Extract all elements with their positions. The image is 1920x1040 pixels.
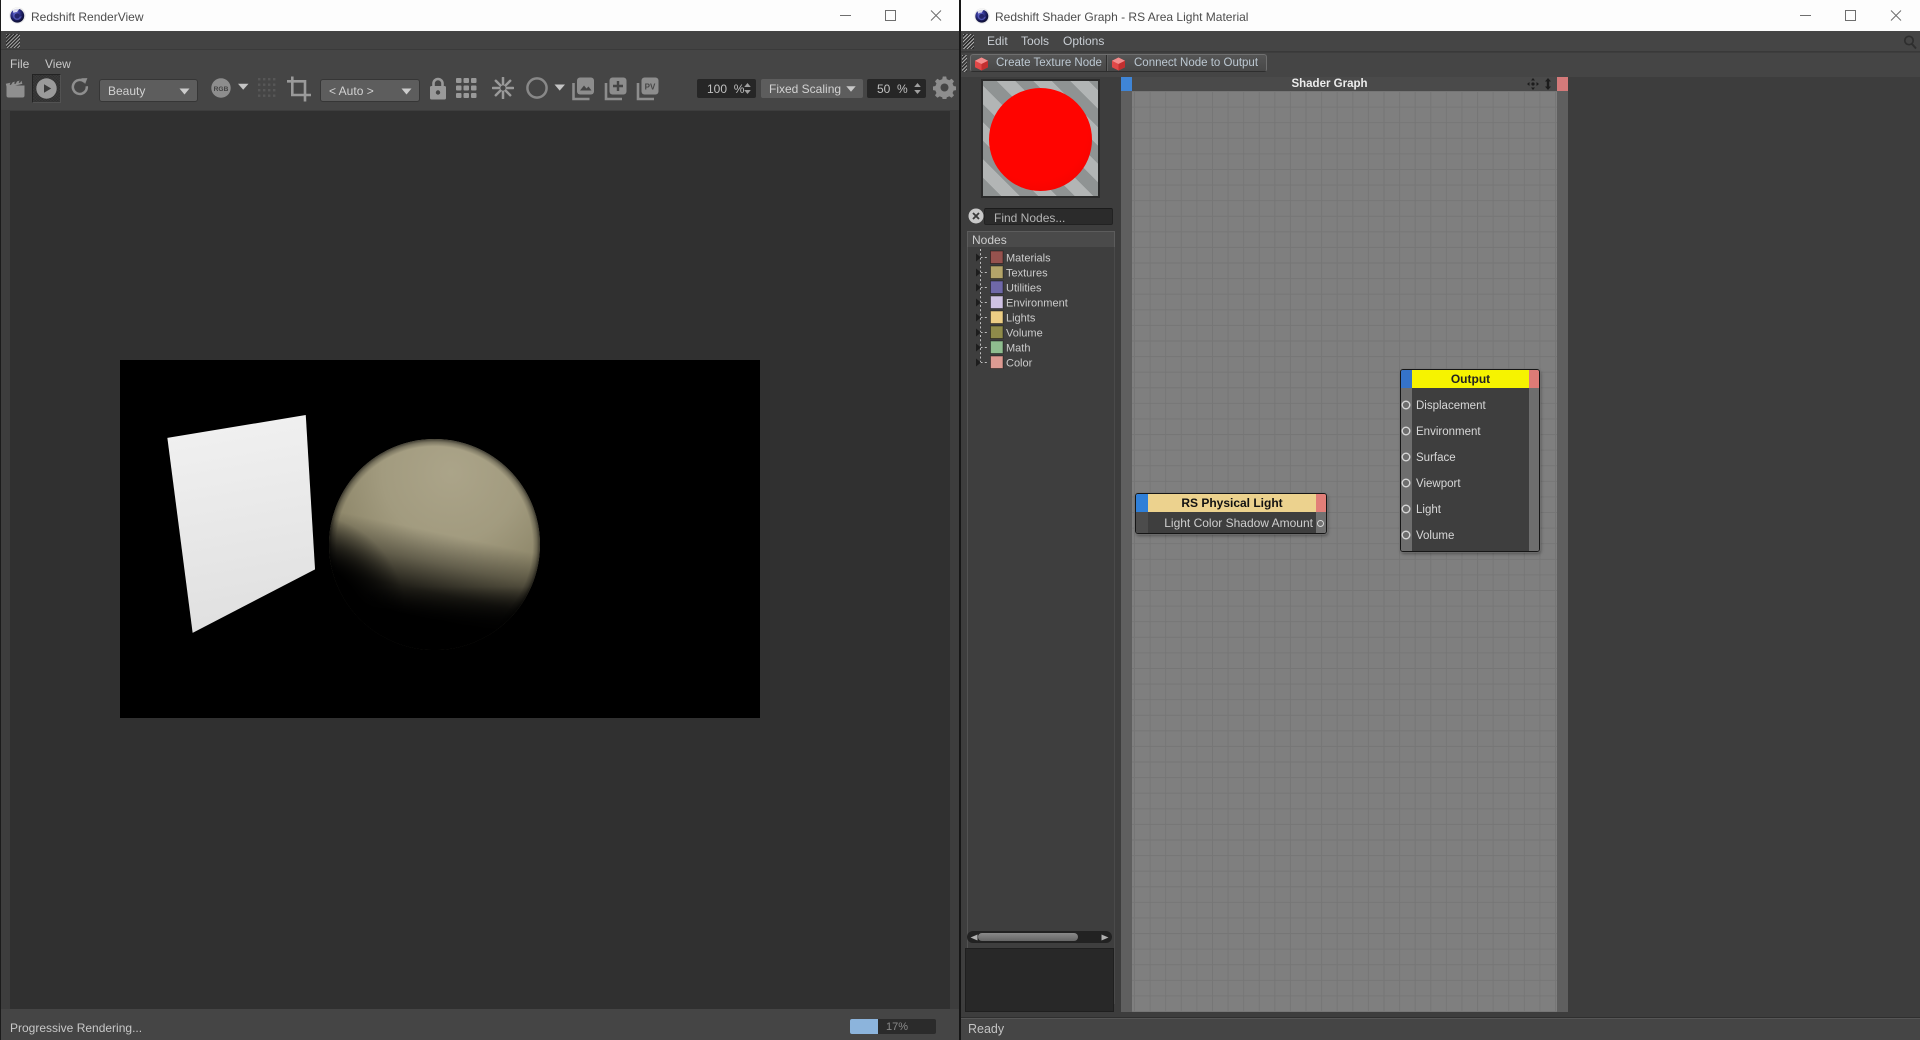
svg-text:Surface: Surface bbox=[1416, 452, 1456, 464]
svg-text:Lights: Lights bbox=[1006, 313, 1036, 325]
svg-text:Environment: Environment bbox=[1416, 426, 1481, 438]
svg-text:Volume: Volume bbox=[1006, 328, 1043, 340]
svg-text:PV: PV bbox=[645, 83, 656, 92]
svg-text:RGB: RGB bbox=[214, 86, 229, 93]
svg-text:Light: Light bbox=[1416, 504, 1442, 516]
svg-text:Viewport: Viewport bbox=[1416, 478, 1461, 490]
svg-text:Volume: Volume bbox=[1416, 530, 1454, 542]
svg-text:Utilities: Utilities bbox=[1006, 283, 1042, 295]
svg-text:Displacement: Displacement bbox=[1416, 400, 1486, 412]
svg-text:Math: Math bbox=[1006, 343, 1030, 355]
svg-text:Color: Color bbox=[1006, 358, 1033, 370]
svg-text:Environment: Environment bbox=[1006, 298, 1068, 310]
svg-text:Materials: Materials bbox=[1006, 253, 1051, 265]
svg-text:Textures: Textures bbox=[1006, 268, 1048, 280]
